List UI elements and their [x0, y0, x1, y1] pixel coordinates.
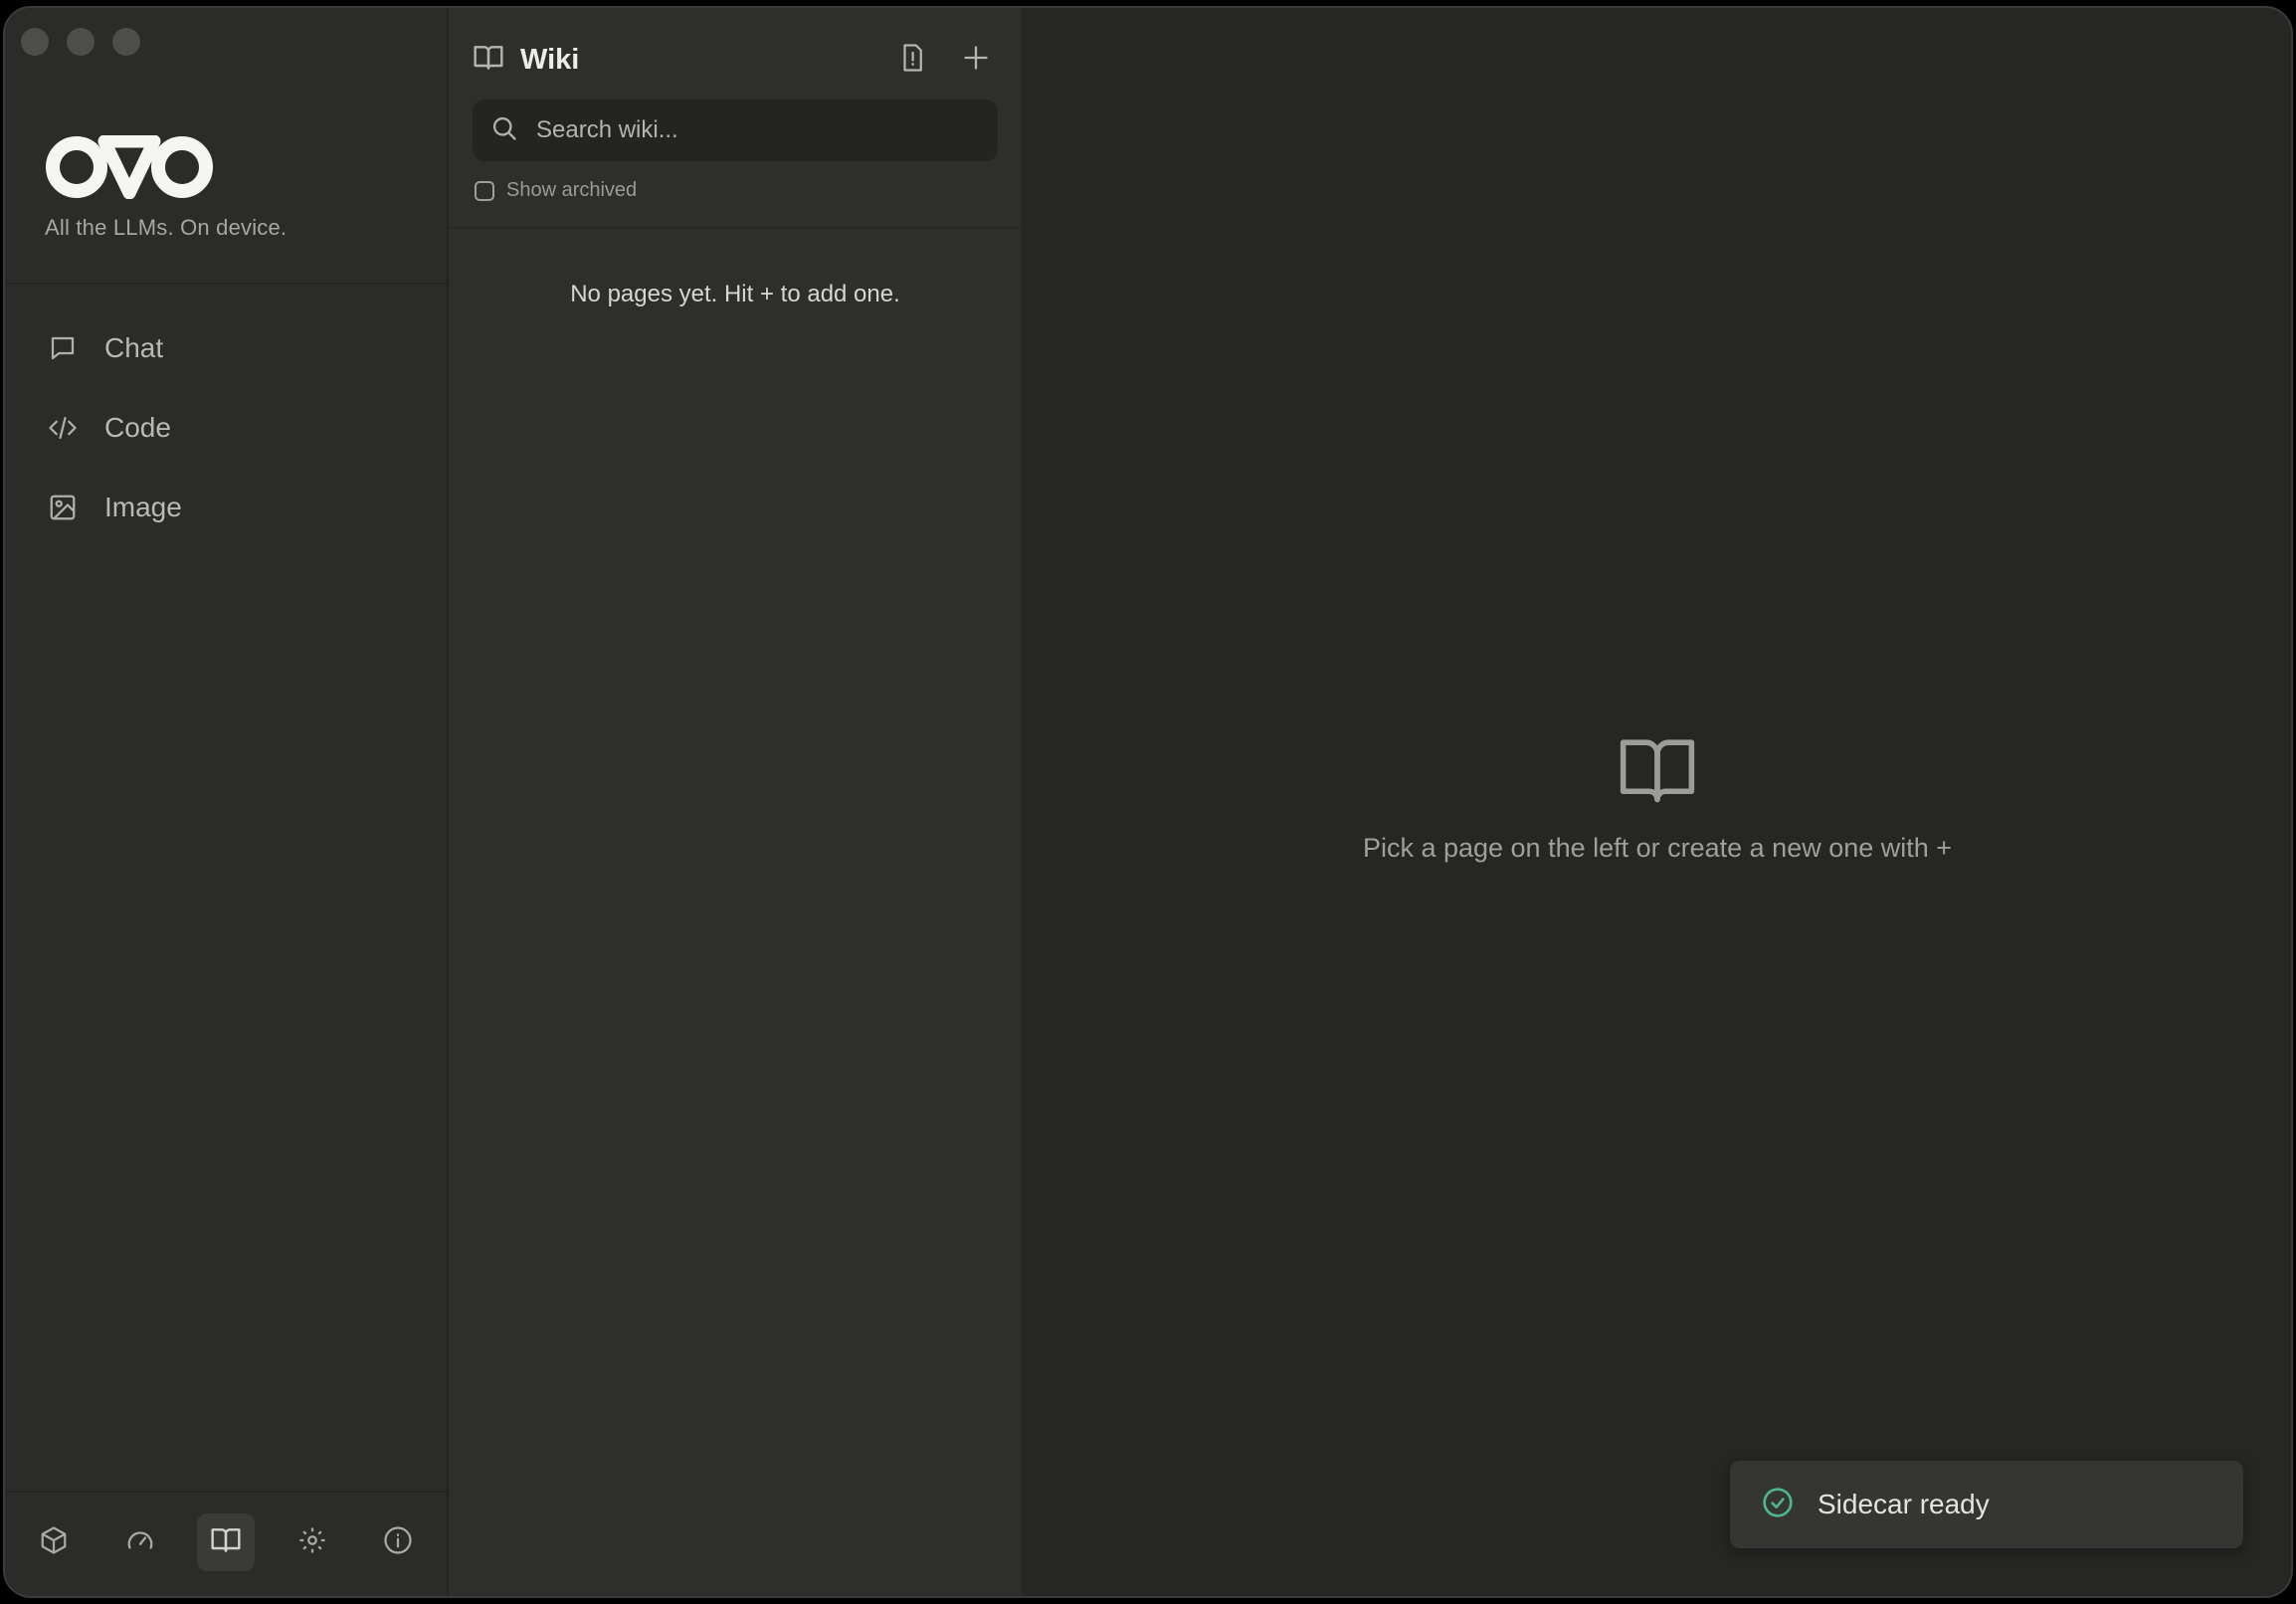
minimize-button[interactable]	[67, 28, 95, 56]
document-alert-icon	[897, 43, 927, 78]
wiki-header: Wiki	[473, 36, 998, 84]
search-icon	[490, 114, 518, 147]
zoom-button[interactable]	[112, 28, 140, 56]
empty-list-message: No pages yet. Hit + to add one.	[570, 281, 900, 307]
info-icon	[383, 1525, 413, 1560]
settings-button[interactable]	[284, 1513, 341, 1571]
sidebar-item-chat[interactable]: Chat	[25, 312, 427, 384]
sidebar-item-label: Code	[104, 412, 171, 443]
close-button[interactable]	[21, 28, 49, 56]
search-box	[473, 100, 998, 161]
main-content: Pick a page on the left or create a new …	[1024, 8, 2291, 1596]
app-window: All the LLMs. On device. Chat Code Image…	[3, 6, 2293, 1598]
divider	[5, 1491, 447, 1493]
window-controls	[21, 28, 140, 56]
wiki-button[interactable]	[197, 1513, 255, 1571]
tagline: All the LLMs. On device.	[45, 215, 287, 240]
settings-gear-icon	[297, 1525, 327, 1560]
show-archived-toggle[interactable]: Show archived	[475, 179, 637, 202]
wiki-lint-button[interactable]	[890, 38, 934, 82]
wiki-book-icon	[210, 1524, 242, 1561]
divider	[5, 283, 447, 285]
show-archived-label: Show archived	[506, 179, 638, 201]
sidebar-nav: Chat Code Image	[25, 312, 427, 551]
chat-bubble-icon	[47, 332, 79, 364]
info-button[interactable]	[369, 1513, 427, 1571]
wiki-panel: Wiki Search wiki... Show archived No pag…	[449, 8, 1024, 1596]
ovo-logo	[45, 135, 287, 199]
models-cube-icon	[39, 1525, 69, 1560]
page-title: Wiki	[520, 43, 580, 76]
sidebar: All the LLMs. On device. Chat Code Image	[5, 8, 449, 1596]
open-book-icon	[1618, 734, 1697, 811]
code-icon	[47, 412, 79, 444]
check-circle-icon	[1762, 1487, 1794, 1523]
toast-message: Sidecar ready	[1818, 1489, 1990, 1519]
brand: All the LLMs. On device.	[45, 135, 287, 241]
sidebar-footer	[25, 1512, 427, 1572]
wiki-book-icon	[473, 42, 504, 79]
models-button[interactable]	[25, 1513, 83, 1571]
image-icon	[47, 492, 79, 523]
toast-notification: Sidecar ready	[1730, 1461, 2243, 1548]
performance-gauge-icon	[125, 1525, 155, 1560]
sidebar-item-label: Image	[104, 492, 182, 522]
performance-button[interactable]	[111, 1513, 169, 1571]
sidebar-item-label: Chat	[104, 332, 164, 363]
sidebar-item-code[interactable]: Code	[25, 392, 427, 464]
empty-state: Pick a page on the left or create a new …	[1024, 734, 2291, 864]
search-input[interactable]	[534, 115, 976, 145]
divider	[449, 227, 1022, 229]
show-archived-checkbox[interactable]	[475, 180, 494, 201]
plus-icon	[962, 44, 990, 77]
sidebar-item-image[interactable]: Image	[25, 472, 427, 543]
add-page-button[interactable]	[954, 38, 998, 82]
empty-state-message: Pick a page on the left or create a new …	[1362, 833, 1953, 863]
